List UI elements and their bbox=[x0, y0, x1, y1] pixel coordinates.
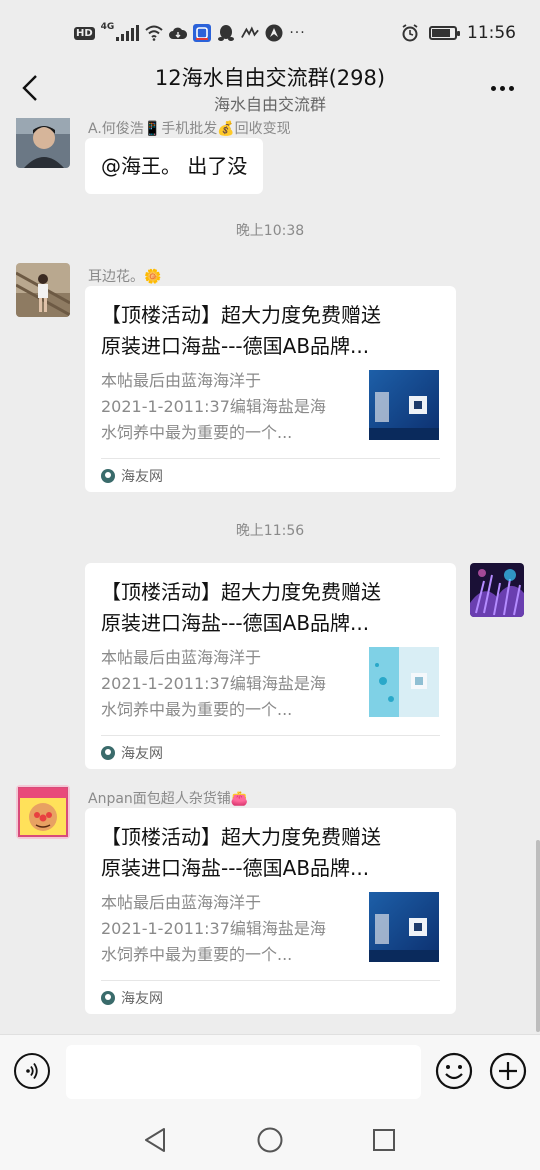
avatar[interactable] bbox=[16, 785, 70, 839]
card-desc-line: 本帖最后由蓝海海洋于 bbox=[101, 371, 262, 390]
card-desc-line: 2021-1-2011:37编辑海盐是海 bbox=[101, 397, 326, 416]
chat-subtitle: 海水自由交流群 bbox=[213, 95, 326, 114]
voice-icon bbox=[26, 1062, 38, 1080]
source-logo-icon bbox=[101, 469, 115, 483]
sender-name: Anpan面包超人杂货铺👛 bbox=[88, 791, 249, 807]
avatar[interactable] bbox=[16, 118, 70, 168]
card-desc-line: 水饲养中最为重要的一个... bbox=[101, 423, 293, 442]
sender-name: 耳边花。🌼 bbox=[88, 269, 162, 285]
nav-recents-button[interactable] bbox=[368, 1124, 400, 1156]
link-card[interactable]: 【顶楼活动】超大力度免费赠送 原装进口海盐---德国AB品牌... 本帖最后由蓝… bbox=[85, 286, 456, 492]
card-desc-line: 2021-1-2011:37编辑海盐是海 bbox=[101, 674, 326, 693]
card-source: 海友网 bbox=[101, 464, 163, 488]
notification-icon bbox=[241, 24, 260, 42]
plus-icon bbox=[489, 1052, 527, 1090]
card-desc-line: 本帖最后由蓝海海洋于 bbox=[101, 893, 262, 912]
network-type-label: 4G bbox=[100, 22, 115, 32]
dot bbox=[499, 85, 505, 91]
source-name: 海友网 bbox=[121, 746, 163, 762]
hd-icon: HD bbox=[74, 26, 95, 40]
clock: 11:56 bbox=[467, 23, 516, 43]
status-bar: HD 4G ··· 11:56 bbox=[0, 0, 540, 62]
avatar[interactable] bbox=[16, 263, 70, 317]
card-thumbnail bbox=[369, 892, 439, 962]
card-title: 【顶楼活动】超大力度免费赠送 原装进口海盐---德国AB品牌... bbox=[101, 822, 441, 884]
signal-icon bbox=[116, 25, 140, 41]
message-bubble[interactable]: @海王。 出了没 bbox=[85, 138, 264, 194]
scrollbar[interactable] bbox=[536, 840, 540, 1032]
dot bbox=[490, 85, 496, 91]
wifi-icon bbox=[145, 24, 163, 42]
cloud-icon bbox=[169, 24, 188, 42]
card-desc-line: 本帖最后由蓝海海洋于 bbox=[101, 648, 262, 667]
navigation-icon bbox=[265, 24, 283, 42]
emoji-button[interactable] bbox=[435, 1052, 473, 1090]
message-input[interactable] bbox=[66, 1045, 421, 1099]
recents-square-icon bbox=[373, 1129, 395, 1151]
card-divider bbox=[101, 980, 440, 981]
card-title-line: 【顶楼活动】超大力度免费赠送 bbox=[101, 580, 381, 604]
more-options-button[interactable] bbox=[484, 72, 520, 104]
card-description: 本帖最后由蓝海海洋于 2021-1-2011:37编辑海盐是海 水饲养中最为重要… bbox=[101, 368, 353, 446]
card-desc-line: 水饲养中最为重要的一个... bbox=[101, 945, 293, 964]
card-title-line: 原装进口海盐---德国AB品牌... bbox=[101, 611, 370, 635]
chat-header: 12海水自由交流群(298) 海水自由交流群 bbox=[0, 62, 540, 118]
battery-icon bbox=[429, 26, 460, 40]
more-dots-icon: ··· bbox=[289, 25, 306, 41]
card-title-line: 【顶楼活动】超大力度免费赠送 bbox=[101, 825, 381, 849]
system-nav-bar bbox=[0, 1110, 540, 1170]
link-card[interactable]: 【顶楼活动】超大力度免费赠送 原装进口海盐---德国AB品牌... 本帖最后由蓝… bbox=[85, 563, 456, 769]
back-triangle-icon bbox=[145, 1128, 165, 1152]
home-circle-icon bbox=[257, 1127, 283, 1153]
input-bar bbox=[0, 1034, 540, 1111]
card-description: 本帖最后由蓝海海洋于 2021-1-2011:37编辑海盐是海 水饲养中最为重要… bbox=[101, 890, 353, 968]
card-title: 【顶楼活动】超大力度免费赠送 原装进口海盐---德国AB品牌... bbox=[101, 577, 441, 639]
source-logo-icon bbox=[101, 746, 115, 760]
dot bbox=[508, 85, 514, 91]
alarm-icon bbox=[401, 24, 419, 42]
card-divider bbox=[101, 458, 440, 459]
nav-back-button[interactable] bbox=[139, 1124, 171, 1156]
card-title-line: 【顶楼活动】超大力度免费赠送 bbox=[101, 303, 381, 327]
card-description: 本帖最后由蓝海海洋于 2021-1-2011:37编辑海盐是海 水饲养中最为重要… bbox=[101, 645, 353, 723]
app-icon bbox=[193, 24, 212, 42]
chat-title[interactable]: 12海水自由交流群(298) bbox=[0, 62, 540, 92]
source-name: 海友网 bbox=[121, 991, 163, 1007]
card-source: 海友网 bbox=[101, 986, 163, 1010]
more-functions-button[interactable] bbox=[489, 1052, 527, 1090]
sender-name: A.何俊浩📱手机批发💰回收变现 bbox=[88, 121, 291, 137]
source-logo-icon bbox=[101, 991, 115, 1005]
timestamp: 晚上10:38 bbox=[235, 223, 305, 239]
voice-button[interactable] bbox=[14, 1053, 50, 1089]
status-icons-right: 11:56 bbox=[401, 22, 516, 44]
emoji-icon bbox=[435, 1052, 473, 1090]
timestamp: 晚上11:56 bbox=[235, 523, 305, 539]
status-icons-left: HD 4G ··· bbox=[74, 22, 306, 44]
source-name: 海友网 bbox=[121, 469, 163, 485]
card-title-line: 原装进口海盐---德国AB品牌... bbox=[101, 334, 370, 358]
card-divider bbox=[101, 735, 440, 736]
nav-home-button[interactable] bbox=[254, 1124, 286, 1156]
card-thumbnail bbox=[369, 647, 439, 717]
card-source: 海友网 bbox=[101, 741, 163, 765]
card-thumbnail bbox=[369, 370, 439, 440]
avatar[interactable] bbox=[470, 563, 524, 617]
card-title-line: 原装进口海盐---德国AB品牌... bbox=[101, 856, 370, 880]
card-title: 【顶楼活动】超大力度免费赠送 原装进口海盐---德国AB品牌... bbox=[101, 300, 441, 362]
card-desc-line: 2021-1-2011:37编辑海盐是海 bbox=[101, 919, 326, 938]
card-desc-line: 水饲养中最为重要的一个... bbox=[101, 700, 293, 719]
message-list[interactable]: A.何俊浩📱手机批发💰回收变现 @海王。 出了没 晚上10:38 耳边花。🌼 【… bbox=[0, 118, 540, 1034]
qq-icon bbox=[217, 24, 235, 42]
link-card[interactable]: 【顶楼活动】超大力度免费赠送 原装进口海盐---德国AB品牌... 本帖最后由蓝… bbox=[85, 808, 456, 1014]
